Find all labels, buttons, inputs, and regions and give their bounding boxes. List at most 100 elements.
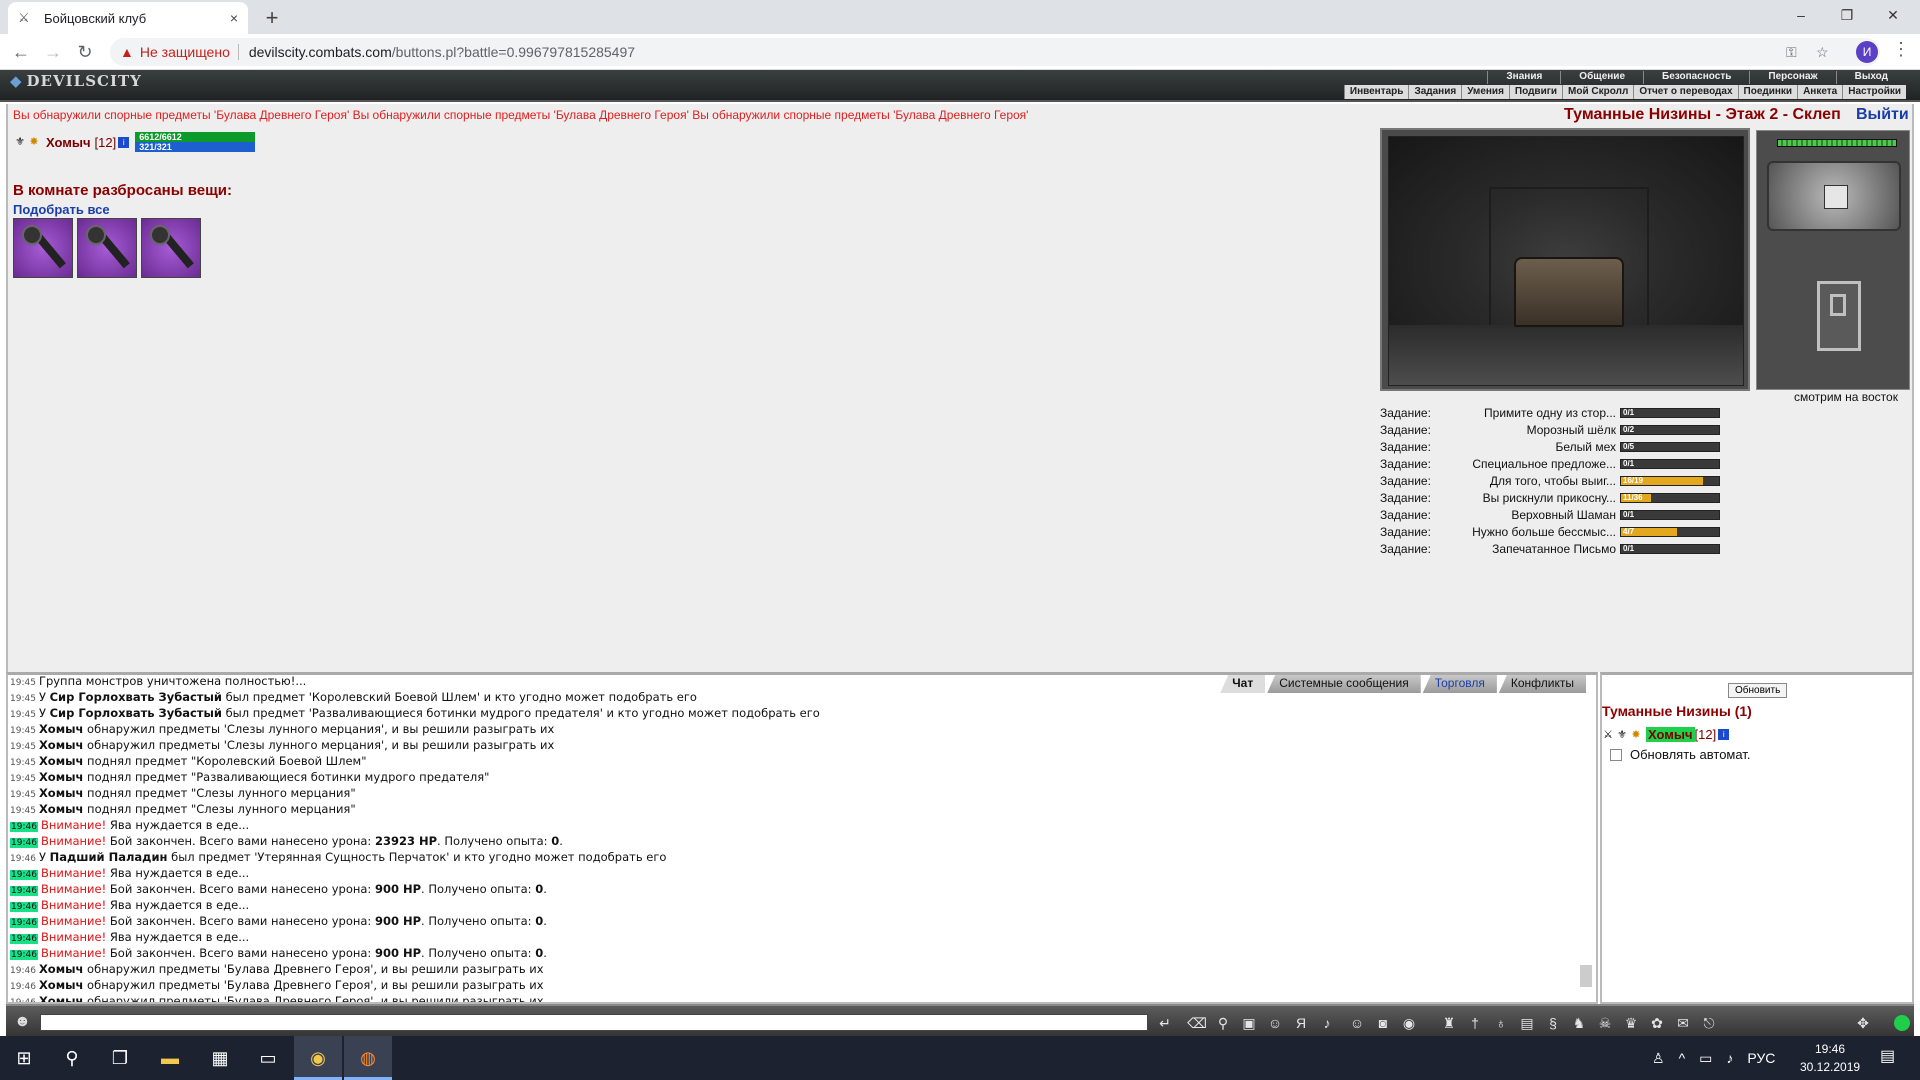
- clear-icon[interactable]: ⌫: [1186, 1013, 1208, 1033]
- chat-nick[interactable]: Хомыч: [39, 722, 83, 736]
- chat-nick[interactable]: Хомыч: [39, 802, 83, 816]
- quest-name[interactable]: Запечатанное Письмо: [1456, 542, 1620, 556]
- volume-icon[interactable]: ♪: [1726, 1050, 1733, 1066]
- potion-icon[interactable]: ♁: [1490, 1013, 1512, 1033]
- refresh-button[interactable]: Обновить: [1728, 683, 1788, 698]
- people-icon[interactable]: ♙: [1652, 1050, 1665, 1067]
- nav-security[interactable]: Безопасность: [1643, 71, 1749, 84]
- person-icon[interactable]: ☺: [1264, 1013, 1286, 1033]
- reload-icon[interactable]: ↻: [72, 39, 98, 65]
- sword-icon[interactable]: †: [1464, 1013, 1486, 1033]
- chat-time[interactable]: 19:45: [10, 774, 36, 784]
- nav-profile[interactable]: Анкета: [1797, 85, 1842, 99]
- forward-arrow-icon[interactable]: →: [40, 39, 66, 65]
- treasure-chest[interactable]: [1514, 257, 1624, 327]
- nav-inventory[interactable]: Инвентарь: [1343, 85, 1409, 99]
- chat-time[interactable]: 19:46: [10, 950, 38, 960]
- quest-name[interactable]: Для того, чтобы выиг...: [1456, 474, 1620, 488]
- chat-time[interactable]: 19:45: [10, 742, 36, 752]
- browser-menu-icon[interactable]: ⋮: [1892, 39, 1910, 60]
- dungeon-view[interactable]: [1388, 136, 1744, 386]
- quest-row[interactable]: Задание: Для того, чтобы выиг... 16/19: [1380, 472, 1920, 489]
- nav-skills[interactable]: Умения: [1461, 85, 1509, 99]
- quest-name[interactable]: Морозный шёлк: [1456, 423, 1620, 437]
- language-indicator[interactable]: РУС: [1747, 1050, 1775, 1066]
- quest-name[interactable]: Белый мех: [1456, 440, 1620, 454]
- translit-icon[interactable]: Я: [1290, 1013, 1312, 1033]
- nav-achievements[interactable]: Подвиги: [1508, 85, 1562, 99]
- save-icon[interactable]: ▣: [1238, 1013, 1260, 1033]
- chat-nick[interactable]: Хомыч: [39, 962, 83, 976]
- terminal-icon[interactable]: ▭: [244, 1036, 292, 1080]
- chat-time[interactable]: 19:46: [10, 934, 38, 944]
- tab-trade[interactable]: Торговля: [1422, 675, 1497, 693]
- quest-name[interactable]: Вы рискнули прикосну...: [1456, 491, 1620, 505]
- security-label[interactable]: Не защищено: [140, 44, 230, 60]
- nav-transfer-report[interactable]: Отчет о переводах: [1633, 85, 1737, 99]
- chat-time[interactable]: 19:46: [10, 838, 38, 848]
- firefox-icon[interactable]: ◍: [344, 1036, 392, 1080]
- camera-icon[interactable]: ◙: [1372, 1013, 1394, 1033]
- disc-icon[interactable]: ◉: [1398, 1013, 1420, 1033]
- exit-door-icon[interactable]: ⎋: [1698, 1013, 1720, 1033]
- chat-time[interactable]: 19:46: [10, 886, 38, 896]
- mask-icon[interactable]: ♛: [1620, 1013, 1642, 1033]
- gift-icon[interactable]: ✿: [1646, 1013, 1668, 1033]
- nav-settings[interactable]: Настройки: [1842, 85, 1906, 99]
- info-icon[interactable]: i: [1718, 729, 1730, 740]
- quest-row[interactable]: Задание: Примите одну из стор... 0/1: [1380, 404, 1920, 421]
- chat-time[interactable]: 19:46: [10, 854, 36, 864]
- close-window-button[interactable]: ✕: [1870, 0, 1916, 30]
- quest-name[interactable]: Верховный Шаман: [1456, 508, 1620, 522]
- puzzle-icon[interactable]: ✥: [1852, 1013, 1874, 1033]
- chat-nick[interactable]: Хомыч: [39, 770, 83, 784]
- quest-row[interactable]: Задание: Белый мех 0/5: [1380, 438, 1920, 455]
- quest-row[interactable]: Задание: Нужно больше бессмыс... 4/7: [1380, 523, 1920, 540]
- task-view-icon[interactable]: ❐: [96, 1036, 144, 1080]
- key-icon[interactable]: ⚿: [1786, 38, 1797, 66]
- mace-icon[interactable]: [141, 218, 201, 278]
- quest-name[interactable]: Примите одну из стор...: [1456, 406, 1620, 420]
- windows-start-icon[interactable]: ⊞: [0, 1036, 48, 1080]
- chat-time[interactable]: 19:46: [10, 982, 36, 992]
- tray-arrow-icon[interactable]: ^: [1679, 1050, 1686, 1066]
- calculator-icon[interactable]: ▦: [196, 1036, 244, 1080]
- chest-icon[interactable]: ▤: [1516, 1013, 1538, 1033]
- mace-icon[interactable]: [13, 218, 73, 278]
- filter-icon[interactable]: ⚲: [1212, 1013, 1234, 1033]
- chat-nick[interactable]: Падший Паладин: [50, 850, 168, 864]
- maximize-button[interactable]: ❐: [1824, 0, 1870, 30]
- chat-nick[interactable]: Хомыч: [39, 978, 83, 992]
- sound-icon[interactable]: ♪: [1316, 1013, 1338, 1033]
- mace-icon[interactable]: [77, 218, 137, 278]
- send-icon[interactable]: ↵: [1154, 1013, 1176, 1033]
- auto-refresh-checkbox[interactable]: [1610, 748, 1622, 761]
- network-icon[interactable]: ▭: [1699, 1050, 1712, 1067]
- movement-compass[interactable]: [1767, 161, 1901, 231]
- chat-input[interactable]: [40, 1014, 1148, 1031]
- minimize-button[interactable]: –: [1778, 0, 1824, 30]
- chat-nick[interactable]: Хомыч: [39, 754, 83, 768]
- chat-time[interactable]: 19:45: [10, 710, 36, 720]
- notification-icon[interactable]: ▤: [1880, 1046, 1895, 1066]
- mail-icon[interactable]: ✉: [1672, 1013, 1694, 1033]
- chat-time[interactable]: 19:46: [10, 822, 38, 832]
- quest-name[interactable]: Специальное предложе...: [1456, 457, 1620, 471]
- nav-character[interactable]: Персонаж: [1749, 71, 1835, 84]
- tab-chat[interactable]: Чат: [1220, 675, 1266, 693]
- chat-time[interactable]: 19:45: [10, 726, 36, 736]
- beast-icon[interactable]: ♞: [1568, 1013, 1590, 1033]
- pick-all-link[interactable]: Подобрать все: [13, 202, 110, 217]
- chat-time[interactable]: 19:46: [10, 870, 38, 880]
- info-icon[interactable]: i: [118, 136, 130, 148]
- url-text[interactable]: devilscity.combats.com/buttons.pl?battle…: [249, 44, 635, 60]
- nav-quests[interactable]: Задания: [1408, 85, 1461, 99]
- tab-conflicts[interactable]: Конфликты: [1498, 675, 1586, 693]
- skull-icon[interactable]: ☠: [1594, 1013, 1616, 1033]
- chat-time[interactable]: 19:45: [10, 758, 36, 768]
- browser-tab-active[interactable]: ⚔ Бойцовский клуб ×: [8, 2, 248, 34]
- nav-my-scroll[interactable]: Мой Скролл: [1562, 85, 1633, 99]
- quest-row[interactable]: Задание: Запечатанное Письмо 0/1: [1380, 540, 1920, 557]
- devilscity-logo[interactable]: ◆ DEVILSCITY: [10, 72, 142, 90]
- nav-communication[interactable]: Общение: [1560, 71, 1643, 84]
